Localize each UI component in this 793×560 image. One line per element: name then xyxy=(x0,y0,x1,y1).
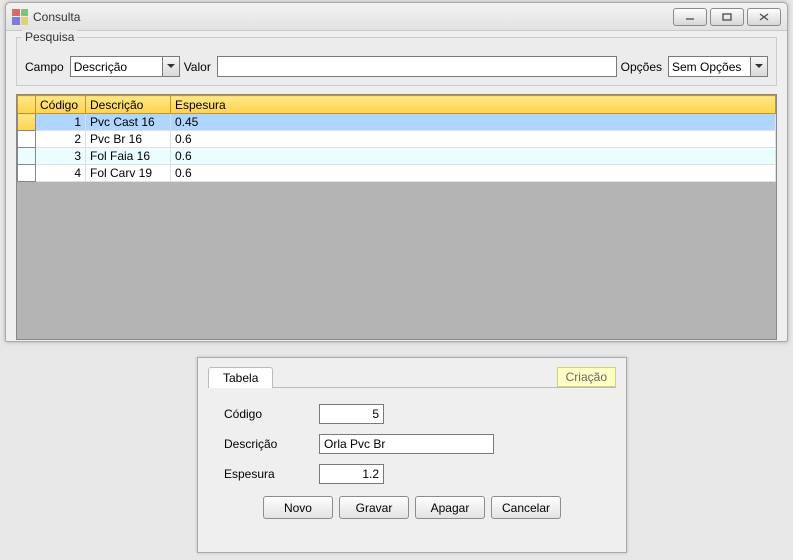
descricao-label: Descrição xyxy=(224,437,319,451)
field-codigo: Código xyxy=(224,404,600,424)
row-header[interactable] xyxy=(18,165,36,182)
form-body: Código Descrição Espesura Novo Gravar Ap… xyxy=(208,388,616,525)
table-row[interactable]: 2 Pvc Br 16 0.6 xyxy=(18,131,776,148)
cell-codigo[interactable]: 2 xyxy=(36,131,86,148)
column-header-row: Código Descrição Espesura xyxy=(18,96,776,114)
cancelar-button[interactable]: Cancelar xyxy=(491,496,561,519)
data-grid[interactable]: Código Descrição Espesura 1 Pvc Cast 16 … xyxy=(16,94,777,340)
campo-label: Campo xyxy=(25,60,64,74)
app-icon xyxy=(12,9,28,25)
maximize-button[interactable] xyxy=(710,8,744,26)
mode-label: Criação xyxy=(557,367,616,387)
cell-espesura[interactable]: 0.6 xyxy=(171,165,776,182)
search-row: Campo Descrição Valor Opções Sem Opções xyxy=(25,56,768,77)
opcoes-label: Opções xyxy=(621,60,662,74)
cell-descricao[interactable]: Fol Faia 16 xyxy=(86,148,171,165)
cell-codigo[interactable]: 4 xyxy=(36,165,86,182)
field-descricao: Descrição xyxy=(224,434,600,454)
codigo-input[interactable] xyxy=(319,404,384,424)
tab-row: Tabela Criação xyxy=(208,364,616,388)
campo-combo-value: Descrição xyxy=(74,60,127,74)
edit-form-panel: Tabela Criação Código Descrição Espesura… xyxy=(197,357,627,553)
button-row: Novo Gravar Apagar Cancelar xyxy=(224,496,600,519)
cell-espesura[interactable]: 0.6 xyxy=(171,148,776,165)
tab-tabela[interactable]: Tabela xyxy=(208,367,273,388)
cell-espesura[interactable]: 0.6 xyxy=(171,131,776,148)
field-espesura: Espesura xyxy=(224,464,600,484)
opcoes-combo[interactable]: Sem Opções xyxy=(668,56,768,77)
cell-descricao[interactable]: Pvc Cast 16 xyxy=(86,114,171,131)
consulta-window: Consulta Pesquisa Campo Descrição Valor … xyxy=(5,2,788,342)
minimize-button[interactable] xyxy=(673,8,707,26)
espesura-label: Espesura xyxy=(224,467,319,481)
search-legend: Pesquisa xyxy=(22,30,77,44)
cell-codigo[interactable]: 1 xyxy=(36,114,86,131)
table-row[interactable]: 4 Fol Carv 19 0.6 xyxy=(18,165,776,182)
apagar-button[interactable]: Apagar xyxy=(415,496,485,519)
gravar-button[interactable]: Gravar xyxy=(339,496,409,519)
cell-descricao[interactable]: Pvc Br 16 xyxy=(86,131,171,148)
valor-label: Valor xyxy=(184,60,211,74)
titlebar: Consulta xyxy=(6,3,787,31)
search-groupbox: Pesquisa Campo Descrição Valor Opções Se… xyxy=(16,37,777,86)
espesura-input[interactable] xyxy=(319,464,384,484)
valor-input[interactable] xyxy=(217,56,617,77)
column-header-descricao[interactable]: Descrição xyxy=(86,96,171,114)
chevron-down-icon[interactable] xyxy=(750,57,767,76)
column-header-codigo[interactable]: Código xyxy=(36,96,86,114)
table-row[interactable]: 3 Fol Faia 16 0.6 xyxy=(18,148,776,165)
row-header[interactable] xyxy=(18,131,36,148)
chevron-down-icon[interactable] xyxy=(162,57,179,76)
descricao-input[interactable] xyxy=(319,434,494,454)
codigo-label: Código xyxy=(224,407,319,421)
table-row[interactable]: 1 Pvc Cast 16 0.45 xyxy=(18,114,776,131)
window-controls xyxy=(673,8,781,26)
row-header-corner[interactable] xyxy=(18,96,36,114)
cell-codigo[interactable]: 3 xyxy=(36,148,86,165)
novo-button[interactable]: Novo xyxy=(263,496,333,519)
window-title: Consulta xyxy=(33,10,80,24)
campo-combo[interactable]: Descrição xyxy=(70,56,180,77)
row-header[interactable] xyxy=(18,114,36,131)
opcoes-combo-value: Sem Opções xyxy=(672,60,741,74)
column-header-espesura[interactable]: Espesura xyxy=(171,96,776,114)
cell-descricao[interactable]: Fol Carv 19 xyxy=(86,165,171,182)
close-button[interactable] xyxy=(747,8,781,26)
row-header[interactable] xyxy=(18,148,36,165)
cell-espesura[interactable]: 0.45 xyxy=(171,114,776,131)
